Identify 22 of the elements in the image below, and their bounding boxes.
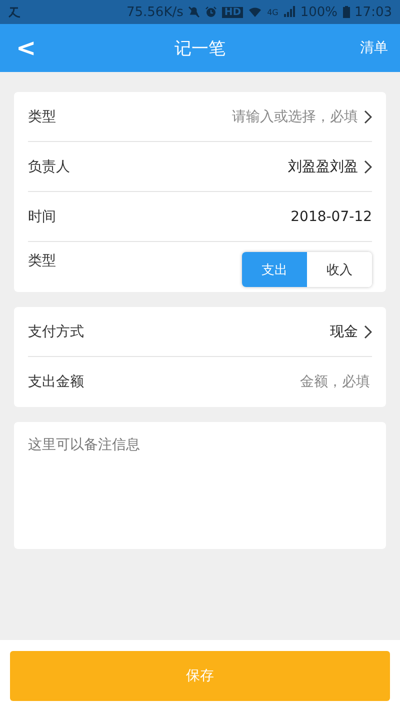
field-value: 2018-07-12 bbox=[290, 208, 372, 224]
segment-option[interactable]: 支出 bbox=[242, 252, 307, 287]
hd-badge: HD bbox=[222, 6, 244, 18]
select-field[interactable]: 现金 bbox=[330, 322, 372, 340]
field-label: 负责人 bbox=[28, 158, 70, 176]
network-speed: 75.56K/s bbox=[126, 4, 184, 20]
save-button[interactable]: 保存 bbox=[10, 650, 390, 700]
list-button[interactable]: 清单 bbox=[348, 39, 388, 57]
segment-option[interactable]: 收入 bbox=[307, 252, 372, 287]
clock: 17:03 bbox=[354, 4, 392, 20]
select-field[interactable]: 刘盈盈刘盈 bbox=[288, 158, 372, 176]
field-label: 类型 bbox=[28, 252, 56, 270]
back-button[interactable]: < bbox=[12, 34, 52, 62]
battery-level: 100% bbox=[300, 4, 338, 20]
select-field[interactable]: 请输入或选择，必填 bbox=[232, 108, 372, 126]
network-type: 4G bbox=[267, 8, 278, 16]
field-label: 支出金额 bbox=[28, 373, 84, 391]
field-label: 时间 bbox=[28, 208, 56, 226]
field-label: 类型 bbox=[28, 108, 56, 126]
page-title: 记一笔 bbox=[174, 38, 226, 60]
note-field[interactable]: 这里可以备注信息 bbox=[14, 422, 386, 549]
field-label: 支付方式 bbox=[28, 322, 84, 340]
